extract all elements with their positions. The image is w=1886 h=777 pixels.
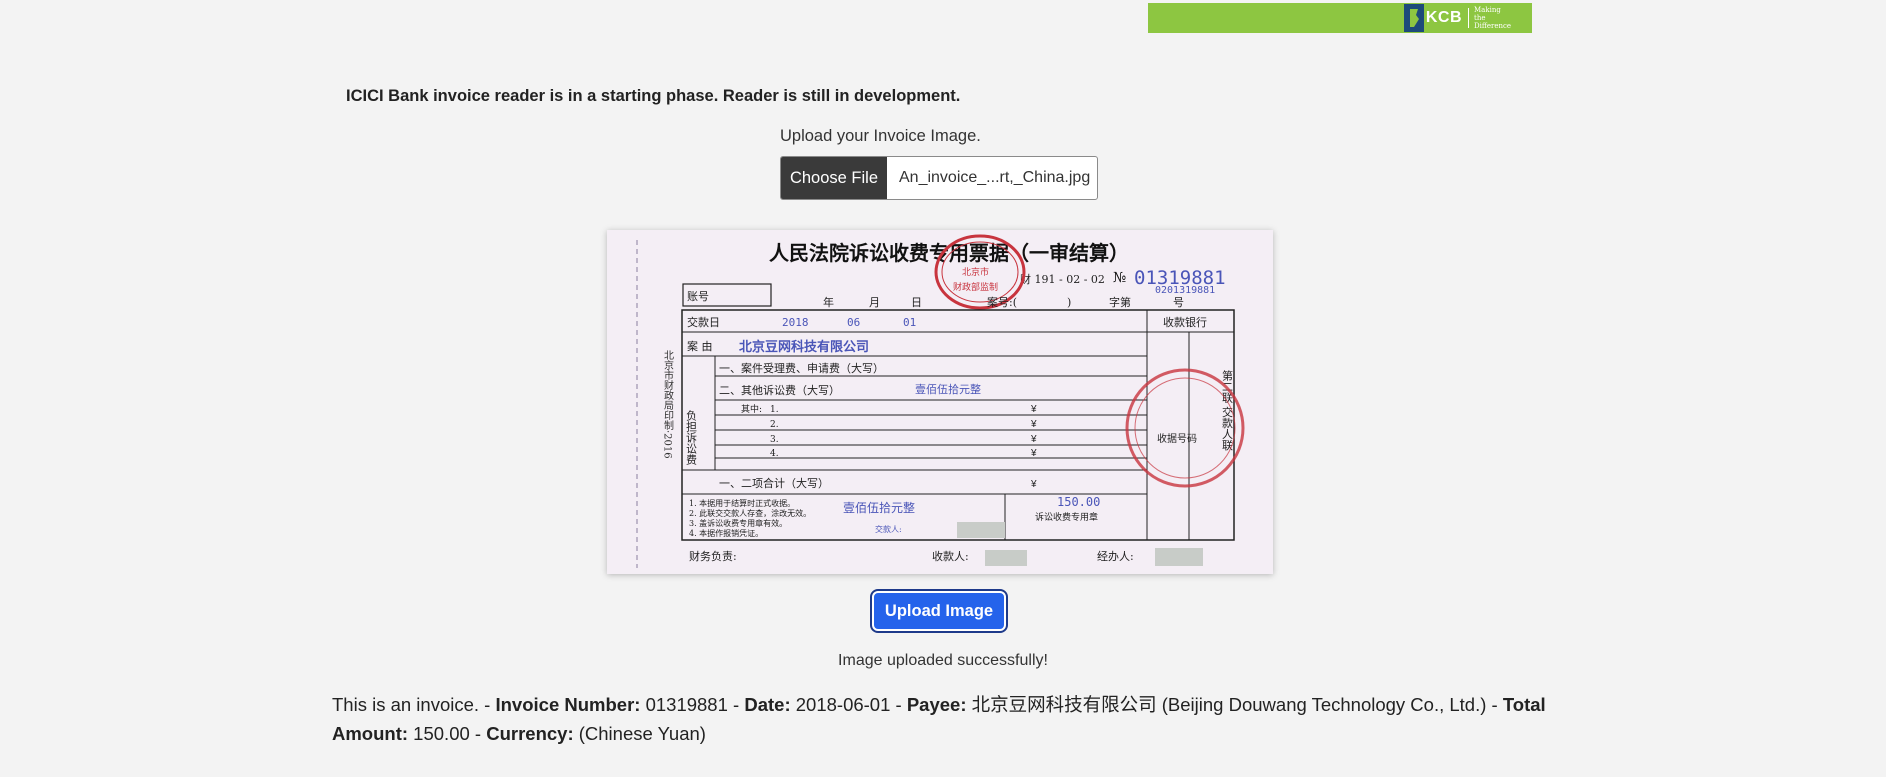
choose-file-button[interactable]: Choose File bbox=[781, 157, 887, 199]
currency-value: (Chinese Yuan) bbox=[573, 723, 706, 744]
svg-text:¥: ¥ bbox=[1030, 448, 1037, 459]
kcb-logo-text: KCB bbox=[1426, 8, 1469, 28]
svg-text:二、其他诉讼费（大写）: 二、其他诉讼费（大写） bbox=[719, 383, 840, 397]
svg-text:¥: ¥ bbox=[1030, 419, 1037, 430]
upload-image-button[interactable]: Upload Image bbox=[872, 591, 1006, 631]
svg-text:1.: 1. bbox=[770, 405, 779, 415]
svg-text:壹佰伍拾元整: 壹佰伍拾元整 bbox=[843, 500, 915, 515]
invoice-total-amount: 150.00 bbox=[1057, 495, 1100, 509]
invoice-extraction-result: This is an invoice. - Invoice Number: 01… bbox=[332, 690, 1554, 748]
svg-text:2.: 2. bbox=[770, 420, 779, 430]
svg-text:交款日: 交款日 bbox=[687, 315, 720, 329]
svg-text:案 由: 案 由 bbox=[687, 339, 713, 353]
svg-text:¥: ¥ bbox=[1030, 434, 1037, 445]
upload-status-message: Image uploaded successfully! bbox=[838, 652, 1048, 669]
kcb-logo-tagline: Making the Difference bbox=[1474, 6, 1512, 30]
date-label: Date: bbox=[744, 694, 791, 715]
svg-text:06: 06 bbox=[847, 316, 860, 329]
svg-text:负担诉讼费: 负担诉讼费 bbox=[685, 409, 698, 466]
svg-text:财政部监制: 财政部监制 bbox=[953, 281, 998, 293]
svg-text:财 191 - 02 - 02: 财 191 - 02 - 02 bbox=[1020, 272, 1105, 286]
invoice-payer: 北京豆网科技有限公司 bbox=[739, 339, 869, 355]
svg-text:2018: 2018 bbox=[782, 316, 809, 329]
result-intro: This is an invoice. - bbox=[332, 694, 496, 715]
kcb-banner: KCB Making the Difference bbox=[1148, 3, 1532, 33]
svg-text:1. 本据用于结算时正式收据。: 1. 本据用于结算时正式收据。 bbox=[689, 498, 795, 508]
svg-text:收款人:: 收款人: bbox=[932, 549, 969, 563]
svg-text:案号:(: 案号:( bbox=[987, 295, 1017, 309]
svg-text:字第: 字第 bbox=[1109, 295, 1131, 309]
svg-text:4. 本据作报销凭证。: 4. 本据作报销凭证。 bbox=[689, 528, 763, 538]
date-value: 2018-06-01 - bbox=[790, 694, 907, 715]
svg-text:01: 01 bbox=[903, 316, 916, 329]
svg-text:一、二项合计（大写）: 一、二项合计（大写） bbox=[719, 476, 829, 490]
kcb-logo: KCB Making the Difference bbox=[1403, 3, 1514, 33]
left-print-text: 北京市财政局印制·2016 bbox=[662, 350, 674, 459]
svg-text:年: 年 bbox=[823, 295, 834, 309]
svg-text:0201319881: 0201319881 bbox=[1155, 285, 1215, 296]
svg-text:其中:: 其中: bbox=[741, 403, 762, 415]
svg-text:月: 月 bbox=[869, 296, 880, 309]
svg-text:日: 日 bbox=[911, 296, 922, 309]
svg-text:¥: ¥ bbox=[1030, 479, 1037, 490]
svg-text:一、案件受理费、申请费（大写）: 一、案件受理费、申请费（大写） bbox=[719, 361, 884, 375]
file-input[interactable]: Choose File An_invoice_...rt,_China.jpg bbox=[780, 156, 1098, 200]
invoice-number-value: 01319881 - bbox=[640, 694, 745, 715]
development-notice: ICICI Bank invoice reader is in a starti… bbox=[346, 87, 961, 105]
svg-text:4.: 4. bbox=[770, 449, 779, 459]
payee-label: Payee: bbox=[906, 694, 967, 715]
svg-text:诉讼收费专用章: 诉讼收费专用章 bbox=[1035, 511, 1098, 523]
svg-text:交款人:: 交款人: bbox=[875, 524, 902, 534]
invoice-number-label: Invoice Number: bbox=[495, 694, 641, 715]
svg-text:3. 盖诉讼收费专用章有效。: 3. 盖诉讼收费专用章有效。 bbox=[689, 518, 787, 528]
upload-label: Upload your Invoice Image. bbox=[780, 127, 981, 145]
kcb-logo-mark-icon bbox=[1403, 4, 1424, 32]
selected-file-name: An_invoice_...rt,_China.jpg bbox=[899, 169, 1091, 186]
currency-label: Currency: bbox=[486, 723, 574, 744]
svg-text:北京市: 北京市 bbox=[962, 266, 989, 278]
svg-text:账号: 账号 bbox=[687, 290, 709, 303]
invoice-preview-image: 北京市财政局印制·2016 人民法院诉讼收费专用票据（一审结算） № 01319… bbox=[607, 230, 1273, 574]
svg-text:¥: ¥ bbox=[1030, 404, 1037, 415]
svg-text:3.: 3. bbox=[770, 435, 779, 445]
payee-value: 北京豆网科技有限公司 (Beijing Douwang Technology C… bbox=[966, 694, 1503, 715]
svg-text:2. 此联交交款人存查，涂改无效。: 2. 此联交交款人存查，涂改无效。 bbox=[689, 508, 811, 518]
svg-text:): ) bbox=[1067, 296, 1071, 309]
svg-text:№: № bbox=[1113, 270, 1126, 286]
svg-text:壹佰伍拾元整: 壹佰伍拾元整 bbox=[915, 382, 981, 396]
svg-text:经办人:: 经办人: bbox=[1097, 550, 1134, 563]
svg-text:收据号码: 收据号码 bbox=[1157, 432, 1197, 445]
svg-text:收款银行: 收款银行 bbox=[1163, 315, 1207, 329]
svg-text:号: 号 bbox=[1173, 296, 1184, 309]
total-amount-value: 150.00 - bbox=[408, 723, 487, 744]
svg-text:财务负责:: 财务负责: bbox=[689, 549, 737, 563]
